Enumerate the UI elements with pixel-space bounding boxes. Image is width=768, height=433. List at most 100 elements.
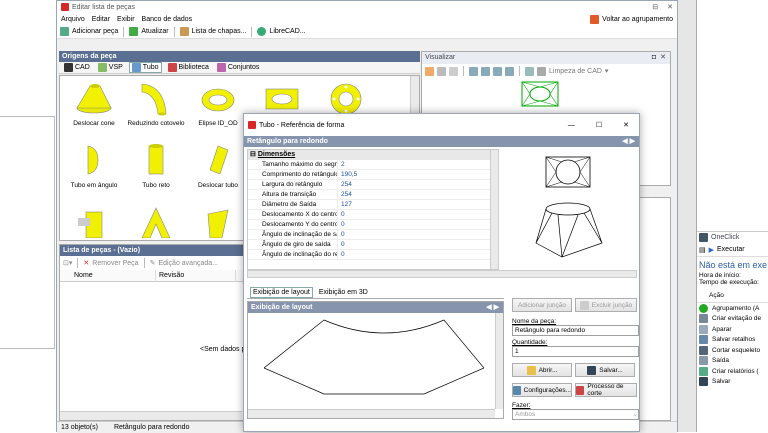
actions-list: Agrupamento (A Criar evitação de Aparar … [697, 303, 768, 387]
cad-clean-button[interactable]: Limpeza de CAD [549, 68, 602, 75]
menu-editar[interactable]: Editar [92, 16, 110, 23]
group-dimensoes[interactable]: ⊟ Dimensões [248, 150, 498, 160]
property-row[interactable]: Diâmetro de Saída 127 [248, 200, 492, 210]
pan-icon[interactable] [449, 66, 458, 76]
restore-icon[interactable]: ⊟ [652, 3, 658, 11]
background-panel [0, 116, 55, 349]
layout-nav-icon[interactable]: ◀ ▶ [486, 302, 499, 313]
property-row[interactable]: Largura do retângulo 254 [248, 180, 492, 190]
object-count: 13 objeto(s) [61, 424, 98, 431]
menu-banco-de-dados[interactable]: Banco de dados [142, 16, 193, 23]
property-value[interactable]: 0 [337, 240, 492, 250]
advanced-edit-button[interactable]: Edição avançada... [158, 260, 218, 267]
property-value[interactable]: 254 [337, 180, 492, 190]
close-icon[interactable]: ✕ [667, 3, 673, 11]
action-item[interactable]: Salvar retalhos [699, 335, 768, 346]
tab-biblioteca[interactable]: Biblioteca [166, 62, 211, 73]
action-item[interactable]: Criar evitação de [699, 314, 768, 325]
lib-item-tee[interactable] [64, 204, 124, 242]
sheet-list-button[interactable]: Lista de chapas... [192, 28, 247, 35]
menu-arquivo[interactable]: Arquivo [61, 16, 85, 23]
lib-item-reduzindo-cotovelo[interactable]: Reduzindo cotovelo [126, 80, 186, 128]
property-scrollbar[interactable] [490, 150, 498, 269]
select-icon[interactable] [425, 66, 434, 76]
librecad-button[interactable]: LibreCAD... [269, 28, 305, 35]
back-button[interactable]: Voltar ao agrupamento [590, 14, 673, 24]
action-item[interactable]: Criar relatórios ( [699, 366, 768, 377]
menu-exibir[interactable]: Exibir [117, 16, 135, 23]
lib-item-deslocar-tubo[interactable]: Deslocar tubo [188, 142, 248, 190]
run-button[interactable]: Executar [717, 246, 745, 253]
property-value[interactable]: 254 [337, 190, 492, 200]
property-value[interactable]: 0 [337, 250, 492, 260]
tab-3d[interactable]: Exibição em 3D [317, 287, 370, 298]
lib-item-tubo-em-angulo[interactable]: Tubo em ângulo [64, 142, 124, 190]
viewer-toolbar: Limpeza de CAD ▾ [422, 64, 670, 78]
list-icon[interactable]: ▤ [699, 246, 706, 254]
view-icon[interactable] [525, 66, 534, 76]
property-value[interactable]: 2 [337, 160, 492, 170]
layout-vscroll[interactable] [495, 313, 503, 409]
property-row[interactable]: Ângulo de giro de saída 0 [248, 240, 492, 250]
tab-conjuntos[interactable]: Conjuntos [215, 62, 262, 73]
property-row[interactable]: Deslocamento Y do centro 0 [248, 220, 492, 230]
property-value[interactable]: 190,5 [337, 170, 492, 180]
parts-hscroll[interactable] [60, 411, 242, 420]
zoom-icon[interactable] [469, 66, 478, 76]
update-button[interactable]: Atualizar [141, 28, 168, 35]
layout-hscroll[interactable] [248, 409, 495, 418]
add-joint-button[interactable]: Adicionar junção [512, 298, 572, 312]
save-button[interactable]: Salvar... [575, 363, 635, 377]
remove-part-button[interactable]: Remover Peça [92, 260, 138, 267]
qty-input[interactable]: 1 [512, 346, 639, 357]
add-part-button[interactable]: Adicionar peça [72, 28, 118, 35]
lib-item-z[interactable] [188, 204, 248, 242]
lib-item-elipse[interactable]: Elipse ID_OD [188, 80, 248, 128]
property-row[interactable]: Ângulo de inclinação do re 0 [248, 250, 492, 260]
maximize-icon[interactable]: ☐ [596, 121, 602, 129]
lib-item-tubo-reto[interactable]: Tubo reto [126, 142, 186, 190]
nav-arrows-icon[interactable]: ◀ ▶ [622, 136, 635, 147]
action-item[interactable]: Salvar [699, 377, 768, 388]
property-row[interactable]: Tamanho máximo do segm 2 [248, 160, 492, 170]
measure-icon[interactable] [437, 66, 446, 76]
lib-item-deslocar-cone[interactable]: Deslocar cone [64, 80, 124, 128]
config-button[interactable]: Configurações... [512, 383, 572, 397]
property-value[interactable]: 0 [337, 230, 492, 240]
tab-vsp[interactable]: VSP [96, 62, 125, 73]
action-item[interactable]: Aparar [699, 324, 768, 335]
dialog-hscroll[interactable] [247, 270, 637, 278]
lib-item-y[interactable] [126, 204, 186, 242]
dialog-close-icon[interactable]: ✕ [623, 121, 629, 129]
tab-tubo[interactable]: Tubo [128, 62, 162, 73]
pin-icon[interactable]: ◘ [652, 52, 656, 64]
minimize-icon[interactable]: — [568, 122, 575, 129]
property-row[interactable]: Comprimento do retângulo 190,5 [248, 170, 492, 180]
viewer-close-icon[interactable]: ✕ [660, 52, 666, 64]
tab-cad[interactable]: CAD [62, 62, 92, 73]
make-select[interactable]: Ambos ⌄ [512, 409, 639, 420]
zoom-in-icon[interactable] [481, 66, 490, 76]
filter-icon[interactable]: ⊡▾ [63, 259, 72, 267]
action-item[interactable]: Cortar esqueleto [699, 345, 768, 356]
name-input[interactable]: Retângulo para redondo [512, 325, 639, 336]
column-nome[interactable]: Nome [60, 269, 156, 282]
check-icon [699, 303, 708, 313]
column-revisao[interactable]: Revisão [156, 269, 236, 282]
zoom-fit-icon[interactable] [505, 66, 514, 76]
tab-layout[interactable]: Exibição de layout [250, 287, 313, 298]
vsp-icon [97, 63, 107, 72]
property-row[interactable]: Deslocamento X do centro 0 [248, 210, 492, 220]
property-value[interactable]: 0 [337, 210, 492, 220]
action-item[interactable]: Saída [699, 356, 768, 367]
action-header: Ação [697, 292, 768, 303]
action-item[interactable]: Agrupamento (A [699, 303, 768, 314]
open-button[interactable]: Abrir... [512, 363, 572, 377]
cut-process-button[interactable]: Processo de corte [575, 383, 637, 397]
property-row[interactable]: Ângulo de inclinação de sa 0 [248, 230, 492, 240]
property-row[interactable]: Altura de transição 254 [248, 190, 492, 200]
zoom-out-icon[interactable] [493, 66, 502, 76]
property-value[interactable]: 127 [337, 200, 492, 210]
property-value[interactable]: 0 [337, 220, 492, 230]
remove-joint-button[interactable]: Excluir junção [575, 298, 637, 312]
